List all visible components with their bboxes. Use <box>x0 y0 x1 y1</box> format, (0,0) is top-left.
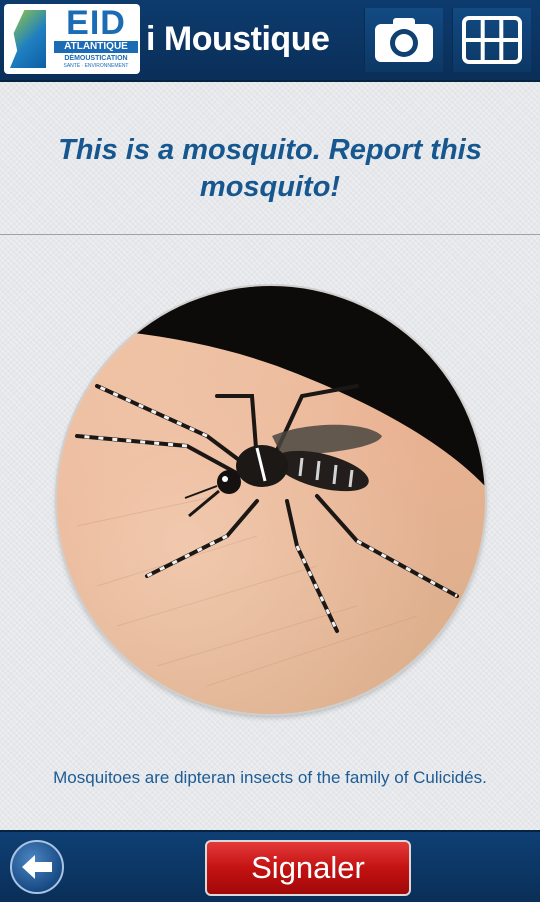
logo-map-graphic <box>10 10 46 68</box>
report-button[interactable]: Signaler <box>205 840 411 896</box>
logo-line-atlantique: ATLANTIQUE <box>54 41 138 53</box>
main-content: This is a mosquito. Report this mosquito… <box>0 82 540 830</box>
eid-logo: EID ATLANTIQUE DÉMOUSTICATION SANTÉ · EN… <box>4 4 140 74</box>
logo-line-sante: SANTÉ · ENVIRONNEMENT <box>63 63 129 69</box>
camera-icon <box>375 18 433 62</box>
app-title: i Moustique <box>146 20 330 58</box>
arrow-left-icon <box>22 855 52 879</box>
back-button[interactable] <box>10 840 64 894</box>
divider <box>0 234 540 235</box>
logo-name: EID <box>66 4 126 42</box>
logo-line-demoustication: DÉMOUSTICATION <box>64 55 128 62</box>
camera-button[interactable] <box>364 8 443 72</box>
description-caption: Mosquitoes are dipteran insects of the f… <box>53 768 487 787</box>
grid-menu-icon <box>462 16 522 64</box>
menu-grid-button[interactable] <box>452 8 531 72</box>
app-header: EID ATLANTIQUE DÉMOUSTICATION SANTÉ · EN… <box>0 0 540 82</box>
mosquito-photo <box>57 286 485 714</box>
app-footer: Signaler <box>0 830 540 902</box>
page-heading: This is a mosquito. Report this mosquito… <box>58 134 482 203</box>
